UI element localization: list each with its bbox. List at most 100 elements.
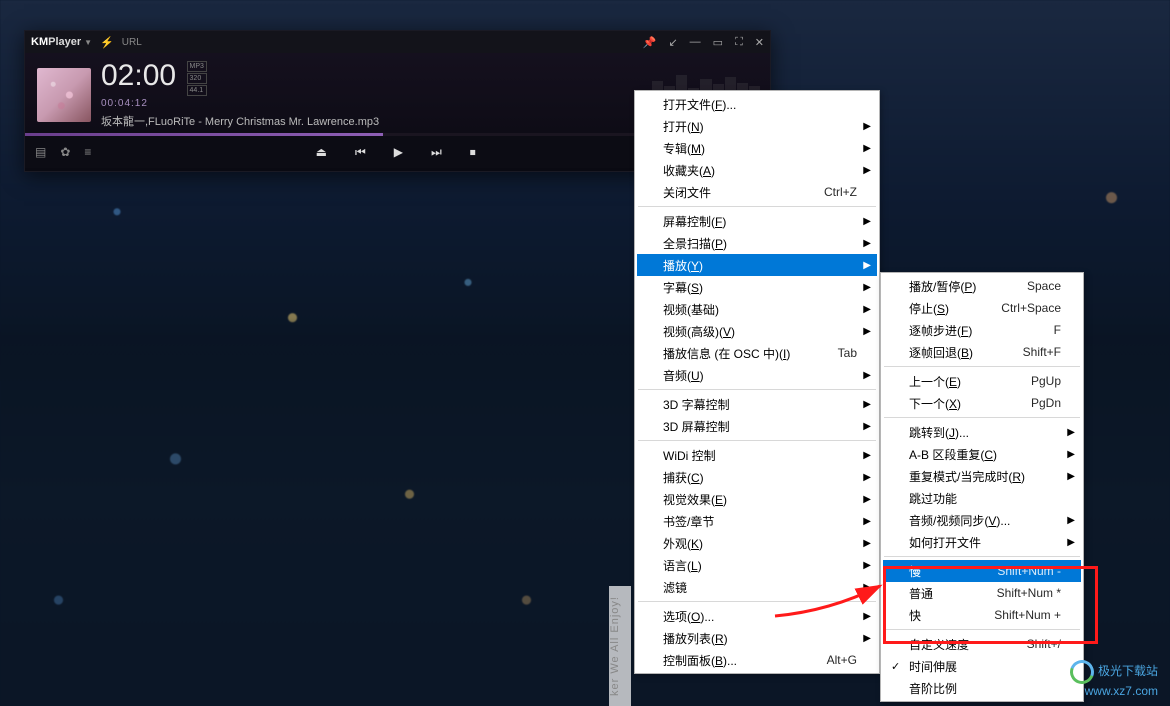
main-menu-item-8[interactable]: 播放(Y) ▶: [637, 254, 877, 276]
menu-item-shortcut: Shift+F: [1023, 345, 1061, 359]
play-icon[interactable]: ▶: [394, 145, 403, 159]
context-menu-play: 播放/暂停(P)Space停止(S)Ctrl+Space逐帧步进(F)F逐帧回退…: [880, 272, 1084, 702]
play-menu-item-2[interactable]: 逐帧步进(F)F: [883, 319, 1081, 341]
main-menu-item-7[interactable]: 全景扫描(P) ▶: [637, 232, 877, 254]
main-menu-item-23[interactable]: 语言(L)▶: [637, 554, 877, 576]
play-menu-item-21[interactable]: 音阶比例: [883, 677, 1081, 699]
playlist-icon[interactable]: ▤: [35, 145, 46, 159]
main-menu-item-22[interactable]: 外观(K)▶: [637, 532, 877, 554]
menu-item-shortcut: Shift+Num -: [997, 564, 1061, 578]
eject-icon[interactable]: ⏏: [316, 145, 327, 159]
menu-item-shortcut: Ctrl+Z: [824, 185, 857, 199]
play-menu-item-3[interactable]: 逐帧回退(B) Shift+F: [883, 341, 1081, 363]
menu-item-shortcut: Space: [1027, 279, 1061, 293]
stop-icon[interactable]: ⏹: [470, 145, 476, 160]
context-menu-main: 打开文件(F)...打开(N)▶专辑(M)▶收藏夹(A)▶关闭文件Ctrl+Z屏…: [634, 90, 880, 674]
settings-icon[interactable]: ✿: [60, 145, 70, 159]
main-menu-item-18[interactable]: WiDi 控制▶: [637, 444, 877, 466]
menu-item-label: 3D 屏幕控制: [663, 418, 730, 435]
main-menu-item-10[interactable]: 视频(基础)▶: [637, 298, 877, 320]
main-menu-item-1[interactable]: 打开(N)▶: [637, 115, 877, 137]
submenu-arrow-icon: ▶: [863, 238, 871, 249]
play-menu-item-11[interactable]: 跳过功能: [883, 487, 1081, 509]
play-menu-item-20[interactable]: ✓时间伸展: [883, 655, 1081, 677]
main-menu-item-28[interactable]: 控制面板(B)...Alt+G: [637, 649, 877, 671]
restore-icon[interactable]: ▭: [713, 36, 723, 49]
menu-item-label: 自定义速度: [909, 636, 969, 653]
play-menu-item-16[interactable]: 普通Shift+Num *: [883, 582, 1081, 604]
compact-icon[interactable]: ↙: [668, 36, 677, 49]
main-menu-item-13[interactable]: 音频(U)▶: [637, 364, 877, 386]
play-menu-item-15[interactable]: 慢Shift+Num -: [883, 560, 1081, 582]
menu-item-label: 跳过功能: [909, 490, 957, 507]
lightning-icon[interactable]: ⚡: [100, 36, 114, 49]
play-menu-item-12[interactable]: 音频/视频同步(V)...▶: [883, 509, 1081, 531]
main-menu-item-16[interactable]: 3D 屏幕控制▶: [637, 415, 877, 437]
play-menu-separator: [884, 629, 1080, 630]
play-menu-item-8[interactable]: 跳转到(J)... ▶: [883, 421, 1081, 443]
play-menu-item-19[interactable]: 自定义速度Shift+/: [883, 633, 1081, 655]
main-menu-item-4[interactable]: 关闭文件Ctrl+Z: [637, 181, 877, 203]
play-menu-item-1[interactable]: 停止(S)Ctrl+Space: [883, 297, 1081, 319]
fullscreen-icon[interactable]: ⛶: [735, 36, 743, 49]
play-menu-item-17[interactable]: 快Shift+Num +: [883, 604, 1081, 626]
main-menu-item-9[interactable]: 字幕(S)▶: [637, 276, 877, 298]
main-menu-item-3[interactable]: 收藏夹(A)▶: [637, 159, 877, 181]
main-menu-item-6[interactable]: 屏幕控制(F)▶: [637, 210, 877, 232]
menu-item-label: 音阶比例: [909, 680, 957, 697]
play-menu-separator: [884, 417, 1080, 418]
submenu-arrow-icon: ▶: [863, 611, 871, 622]
submenu-arrow-icon: ▶: [863, 260, 871, 271]
url-label[interactable]: URL: [122, 37, 142, 48]
app-logo[interactable]: KMPlayer: [31, 36, 81, 48]
main-menu-separator: [638, 601, 876, 602]
menu-item-shortcut: Tab: [838, 346, 857, 360]
submenu-arrow-icon: ▶: [863, 282, 871, 293]
main-menu-item-21[interactable]: 书签/章节▶: [637, 510, 877, 532]
main-menu-item-11[interactable]: 视频(高级)(V)▶: [637, 320, 877, 342]
album-art[interactable]: [37, 68, 91, 122]
main-menu-item-24[interactable]: 滤镜▶: [637, 576, 877, 598]
menu-item-label: 打开(N): [663, 118, 704, 135]
play-menu-item-6[interactable]: 下一个(X) PgDn: [883, 392, 1081, 414]
menu-item-label: 视觉效果(E): [663, 491, 727, 508]
main-menu-item-0[interactable]: 打开文件(F)...: [637, 93, 877, 115]
main-menu-separator: [638, 206, 876, 207]
play-menu-item-13[interactable]: 如何打开文件▶: [883, 531, 1081, 553]
menu-item-label: 跳转到(J)...: [909, 424, 969, 441]
menu-item-shortcut: PgDn: [1031, 396, 1061, 410]
menu-item-label: 书签/章节: [663, 513, 714, 530]
menu-item-shortcut: PgUp: [1031, 374, 1061, 388]
main-menu-item-26[interactable]: 选项(O)...▶: [637, 605, 877, 627]
play-menu-item-10[interactable]: 重复模式/当完成时(R)▶: [883, 465, 1081, 487]
play-menu-separator: [884, 556, 1080, 557]
main-menu-item-27[interactable]: 播放列表(R)▶: [637, 627, 877, 649]
main-menu-item-20[interactable]: 视觉效果(E)▶: [637, 488, 877, 510]
menu-item-label: 停止(S): [909, 300, 949, 317]
submenu-arrow-icon: ▶: [863, 304, 871, 315]
pin-icon[interactable]: 📌: [643, 36, 657, 49]
list-icon[interactable]: ≡: [84, 145, 91, 159]
chevron-down-icon[interactable]: ▼: [84, 38, 92, 47]
play-menu-item-0[interactable]: 播放/暂停(P) Space: [883, 275, 1081, 297]
minimize-icon[interactable]: —: [690, 36, 701, 49]
prev-icon[interactable]: ⏮: [355, 145, 366, 160]
menu-item-label: 下一个(X): [909, 395, 961, 412]
submenu-arrow-icon: ▶: [1067, 427, 1075, 438]
main-menu-item-15[interactable]: 3D 字幕控制▶: [637, 393, 877, 415]
main-menu-item-19[interactable]: 捕获(C)▶: [637, 466, 877, 488]
main-menu-item-12[interactable]: 播放信息 (在 OSC 中)(I)Tab: [637, 342, 877, 364]
menu-item-label: 逐帧回退(B): [909, 344, 973, 361]
menu-item-label: 全景扫描(P): [663, 235, 727, 252]
play-menu-item-9[interactable]: A-B 区段重复(C)▶: [883, 443, 1081, 465]
play-menu-item-5[interactable]: 上一个(E) PgUp: [883, 370, 1081, 392]
main-menu-item-2[interactable]: 专辑(M)▶: [637, 137, 877, 159]
menu-item-label: 重复模式/当完成时(R): [909, 468, 1025, 485]
close-icon[interactable]: ✕: [755, 36, 764, 49]
menu-item-label: 播放(Y): [663, 257, 703, 274]
menu-item-label: 音频(U): [663, 367, 704, 384]
menu-item-label: 普通: [909, 585, 933, 602]
next-icon[interactable]: ⏭: [431, 145, 442, 160]
menu-item-label: 上一个(E): [909, 373, 961, 390]
menu-item-label: 播放/暂停(P): [909, 278, 976, 295]
